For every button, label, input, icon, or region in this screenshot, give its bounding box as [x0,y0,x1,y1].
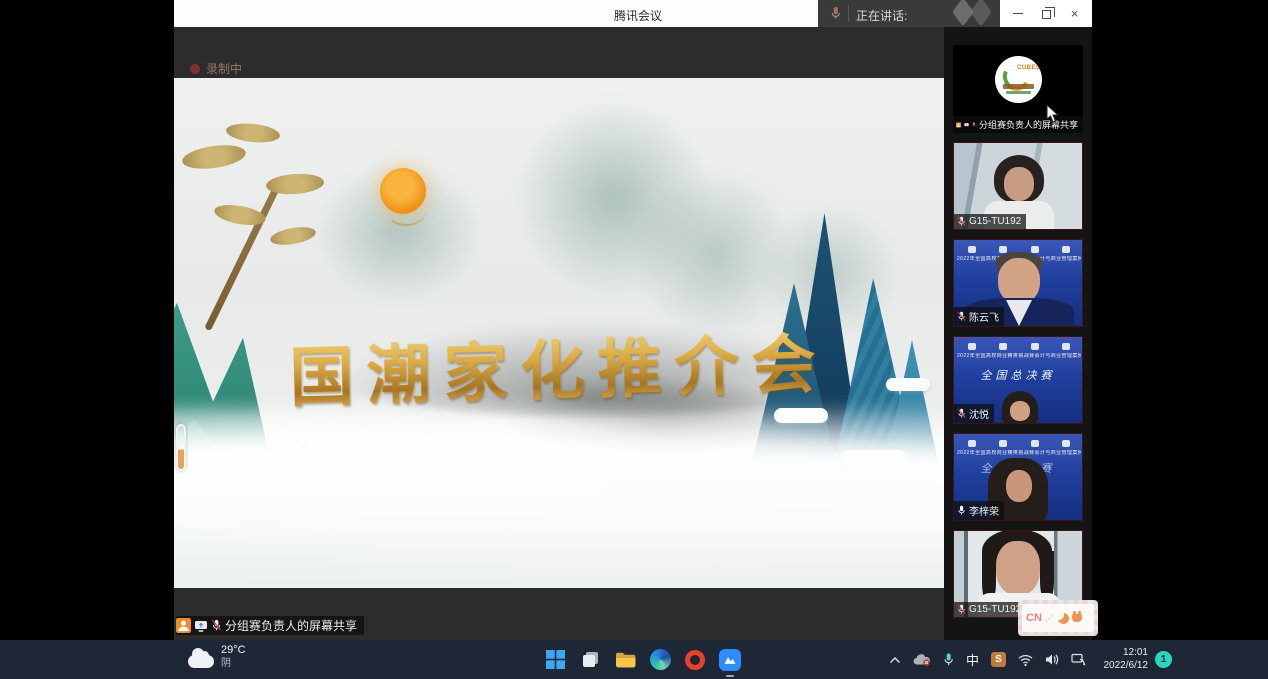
presenter-badge-icon [956,119,961,131]
participant-tile-video[interactable]: 2022年全国高校商业精英挑战赛会计与商业管理案例竞赛 陈云飞 [953,239,1083,327]
participant-name: G15-TU192 [969,216,1021,227]
weather-widget[interactable]: 29°C 阴 [188,644,246,670]
cloud-sea [174,438,944,588]
logo-text-band [1006,91,1031,94]
participant-label: 沈悦 [954,404,994,423]
meeting-watermark-icon [970,0,992,27]
window-titlebar: 腾讯会议 [174,0,818,27]
pine-needles [181,142,247,173]
recording-dot-icon [190,64,200,74]
participant-label: G15-TU192 [954,602,1026,617]
annotation-slider-handle[interactable] [176,424,186,471]
mic-muted-icon [957,311,966,322]
participant-figure [1004,167,1034,201]
recording-indicator: 录制中 [190,60,242,77]
participant-name: 陈云飞 [969,309,999,324]
screen-share-icon [194,620,208,632]
ime-skin-icon[interactable] [1072,614,1082,622]
mic-muted-icon [957,604,966,615]
ime-language-indicator[interactable]: CN [1026,612,1042,624]
taskbar-apps [542,646,743,673]
ime-punctuation-icon[interactable]: ,·’ [1045,614,1055,623]
separator [848,5,849,22]
presenter-badge-icon [176,618,191,633]
participant-label: 分组赛负责人的屏幕共享 [953,116,1083,133]
window-controls: × [1000,0,1092,27]
participant-name: 沈悦 [969,406,989,421]
recording-label: 录制中 [206,60,242,77]
backdrop-logos [968,343,1070,350]
notification-badge[interactable]: 1 [1155,651,1172,668]
weather-condition: 阴 [221,657,246,670]
pine-branch [204,180,283,331]
minimize-button[interactable] [1007,4,1029,24]
backdrop-finals-title: 全国总决赛 [954,367,1082,383]
mic-muted-icon [211,619,222,632]
microphone-tray-icon[interactable] [943,652,954,667]
desktop: 腾讯会议 正在讲话: × 录制中 [0,0,1268,679]
backdrop-logos [968,440,1070,447]
participant-name: G15-TU192 [969,604,1021,615]
start-button[interactable] [542,646,568,673]
mic-muted-icon [957,408,966,419]
taskbar-clock[interactable]: 12:01 2022/6/12 [1104,646,1149,672]
weather-temp: 29°C [221,644,246,657]
ime-moon-icon[interactable] [1058,613,1069,624]
sun-ring [386,196,426,226]
cast-device-icon[interactable] [1071,653,1086,666]
ime-mode-indicator[interactable]: 中 [966,650,979,669]
edge-browser-button[interactable] [647,646,673,673]
wifi-icon[interactable] [1018,654,1033,666]
participant-tile-video[interactable]: 2022年全国高校商业精英挑战赛会计与商业管理案例竞赛 全国总决赛 李梓荣 [953,433,1083,521]
close-button[interactable]: × [1064,4,1086,24]
sharer-name-overlay: 分组赛负责人的屏幕共享 [176,616,364,635]
mic-on-icon [957,505,966,516]
cubec-logo: CUBEC [995,56,1042,103]
participant-figure [1010,401,1030,421]
system-tray: 中 S [889,640,1086,679]
cloud-icon [188,655,214,668]
speaking-mic-icon [830,6,841,25]
logo-text-band [1003,84,1034,89]
screen-share-icon [964,120,969,130]
onedrive-error-icon[interactable] [913,653,931,666]
window-title: 腾讯会议 [614,7,662,24]
sogou-input-icon[interactable]: S [991,652,1006,667]
shared-screen-view: 录制中 [174,27,944,640]
participant-label: G15-TU192 [954,214,1026,229]
volume-icon[interactable] [1045,653,1059,666]
mic-muted-icon [972,119,976,130]
tencent-meeting-button[interactable] [717,646,743,673]
active-app-indicator [726,675,734,677]
clock-time: 12:01 [1104,646,1149,659]
participant-label: 陈云飞 [954,307,1004,326]
participant-tile-video[interactable]: 2022年全国高校商业精英挑战赛会计与商业管理案例竞赛 全国总决赛 沈悦 [953,336,1083,424]
ime-status-bar[interactable]: CN ,·’ [1018,600,1098,636]
pine-needles [225,121,281,145]
logo-word: CUBEC [1017,65,1041,71]
opera-browser-button[interactable] [682,646,708,673]
clock-date: 2022/6/12 [1104,659,1149,672]
backdrop-banner-text: 2022年全国高校商业精英挑战赛会计与商业管理案例竞赛 [957,450,1081,456]
speaking-label: 正在讲话: [856,7,907,24]
ime-inner: CN ,·’ [1022,604,1094,632]
sharer-name: 分组赛负责人的屏幕共享 [225,617,357,634]
restore-button[interactable] [1035,4,1057,24]
participant-name: 分组赛负责人的屏幕共享 [979,118,1078,131]
shared-presentation-slide: 国潮家化推介会 [174,78,944,588]
participant-figure [996,541,1040,595]
mouse-cursor [1046,104,1060,128]
tray-expand-chevron[interactable] [889,656,901,664]
task-view-button[interactable] [577,646,603,673]
file-explorer-button[interactable] [612,646,638,673]
participant-tile-screen-share[interactable]: CUBEC 分组赛负责人的屏幕共享 [953,45,1083,133]
participants-sidebar: CUBEC 分组赛负责人的屏幕共享 G15-TU192 [944,27,1092,640]
participant-tile-video[interactable]: G15-TU192 [953,142,1083,230]
participant-label: 李梓荣 [954,501,1004,520]
participant-figure [1006,470,1032,502]
backdrop-banner-text: 2022年全国高校商业精英挑战赛会计与商业管理案例竞赛 [957,353,1081,359]
mic-muted-icon [957,216,966,227]
windows-taskbar: 29°C 阴 [0,640,1268,679]
participant-name: 李梓荣 [969,503,999,518]
